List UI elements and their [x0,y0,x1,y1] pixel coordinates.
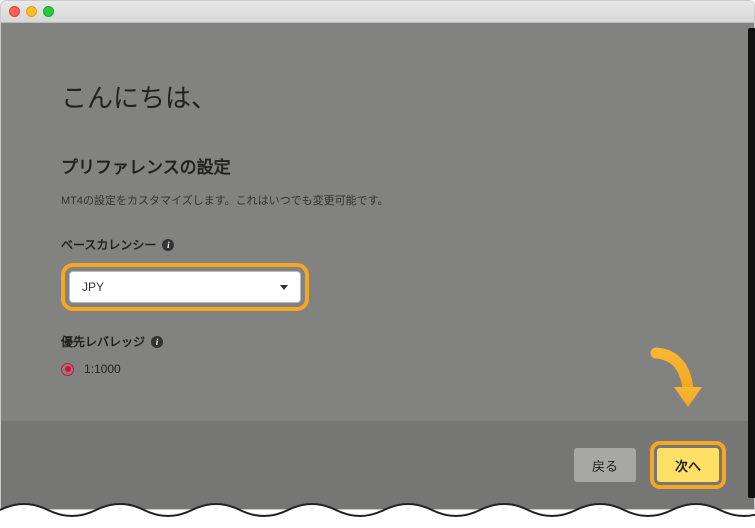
leverage-label-text: 優先レバレッジ [61,333,145,350]
shadow-decoration [748,28,755,498]
leverage-label: 優先レバレッジ i [61,333,694,350]
close-icon[interactable] [9,6,20,17]
arrow-annotation-icon [644,347,704,417]
section-title: プリファレンスの設定 [61,153,694,178]
radio-icon [61,363,74,376]
radio-selected-icon [65,366,71,372]
titlebar [1,1,754,23]
info-icon[interactable]: i [162,239,174,251]
next-button-highlight: 次へ [650,441,726,489]
greeting-text: こんにちは、 [61,78,694,115]
base-currency-highlight: JPY [61,263,309,311]
app-window: こんにちは、 プリファレンスの設定 MT4の設定をカスタマイズします。これはいつ… [0,0,755,510]
back-button[interactable]: 戻る [574,448,636,482]
leverage-value: 1:1000 [84,362,121,376]
chevron-down-icon [280,285,288,290]
base-currency-label-text: ベースカレンシー [61,236,156,253]
base-currency-label: ベースカレンシー i [61,236,694,253]
wavy-edge-decoration [0,498,755,528]
base-currency-value: JPY [82,280,104,294]
minimize-icon[interactable] [26,6,37,17]
leverage-option[interactable]: 1:1000 [61,362,694,376]
modal-overlay: こんにちは、 プリファレンスの設定 MT4の設定をカスタマイズします。これはいつ… [1,23,754,509]
next-button[interactable]: 次へ [657,448,719,482]
section-description: MT4の設定をカスタマイズします。これはいつでも変更可能です。 [61,192,694,208]
maximize-icon[interactable] [43,6,54,17]
info-icon[interactable]: i [151,336,163,348]
footer-bar: 戻る 次へ [1,421,754,509]
base-currency-select[interactable]: JPY [69,271,301,303]
